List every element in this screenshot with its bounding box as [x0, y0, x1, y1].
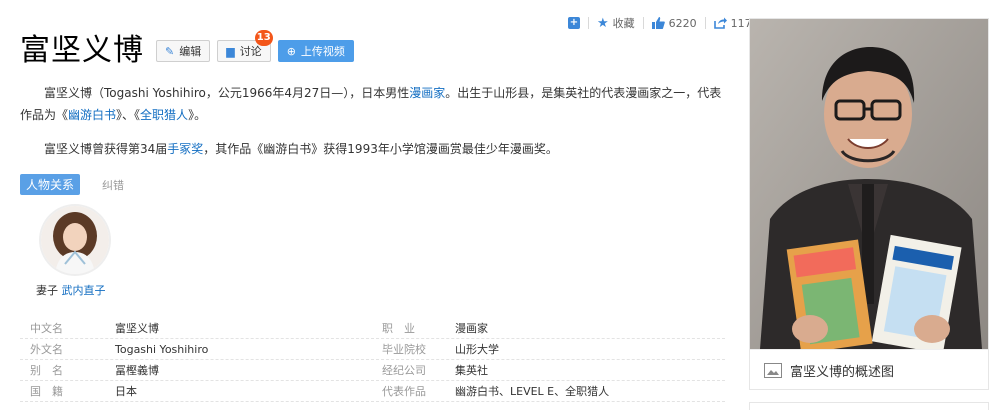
- tab-relations[interactable]: 人物关系: [20, 174, 81, 195]
- intro-paragraph-2: 富坚义博曾获得第34届手冢奖，其作品《幽游白书》获得1993年小学馆漫画赏最佳少…: [20, 138, 725, 160]
- avatar-image: [41, 206, 109, 274]
- link-tezuka-award[interactable]: 手冢奖: [167, 142, 203, 156]
- entry-toolbar: + ★ 收藏 6220 117: [568, 14, 752, 32]
- info-value-link[interactable]: 幽游白书、LEVEL E、全职猎人: [455, 383, 725, 399]
- info-label: 外文名: [30, 343, 63, 356]
- summary-photo: [750, 19, 988, 349]
- upload-video-label: 上传视频: [300, 45, 345, 58]
- divider: [704, 17, 706, 29]
- edit-label: 编辑: [179, 45, 202, 58]
- info-label: 代表作品: [382, 385, 426, 398]
- picture-icon: [764, 362, 782, 378]
- star-icon: ★: [597, 15, 609, 31]
- info-value-link[interactable]: 山形大学: [455, 341, 725, 357]
- like-count: 6220: [668, 16, 697, 30]
- relation-name-link[interactable]: 武内直子: [62, 284, 106, 297]
- correction-link[interactable]: 纠错: [102, 177, 124, 193]
- next-module-box: [749, 402, 989, 410]
- table-row: 中文名 富坚义博 职 业 漫画家: [20, 318, 725, 339]
- relation-label: 妻子 武内直子: [36, 282, 116, 298]
- avatar[interactable]: [41, 206, 109, 274]
- share-button[interactable]: 117: [713, 17, 752, 30]
- text: 富坚义博（Togashi Yoshihiro，公元1966年4月27日—），日本…: [44, 86, 410, 100]
- thumbs-up-icon: [651, 17, 665, 29]
- table-row: 别 名 冨樫義博 经纪公司 集英社: [20, 360, 725, 381]
- discuss-count-badge: 13: [254, 30, 273, 46]
- title-row: 富坚义博 ✎ 编辑 ▆ 讨论 13 ⊕ 上传视频: [20, 30, 361, 68]
- info-value-link[interactable]: 集英社: [455, 362, 725, 378]
- discuss-button[interactable]: ▆ 讨论 13: [217, 30, 273, 62]
- info-label: 国 籍: [30, 385, 63, 398]
- table-row: 外文名 Togashi Yoshihiro 毕业院校 山形大学: [20, 339, 725, 360]
- info-label: 别 名: [30, 364, 63, 377]
- divider: [642, 17, 644, 29]
- page-title: 富坚义博: [20, 33, 144, 68]
- info-value: Togashi Yoshihiro: [115, 342, 209, 356]
- summary-picture[interactable]: 富坚义博的概述图: [749, 18, 989, 390]
- relation-tabs: 人物关系 纠错: [20, 174, 124, 195]
- info-value: 日本: [115, 385, 137, 398]
- add-button[interactable]: +: [568, 17, 580, 29]
- favorite-label: 收藏: [612, 17, 635, 30]
- info-value-link[interactable]: 漫画家: [455, 320, 725, 336]
- text: 富坚义博曾获得第34届: [44, 142, 168, 156]
- summary-caption-text: 富坚义博的概述图: [790, 364, 895, 380]
- discuss-label: 讨论: [239, 45, 262, 58]
- info-value: 冨樫義博: [115, 364, 159, 377]
- link-hunter-x-hunter[interactable]: 全职猎人: [140, 108, 188, 122]
- intro-paragraph-1: 富坚义博（Togashi Yoshihiro，公元1966年4月27日—），日本…: [20, 82, 725, 126]
- text: ，其作品《幽游白书》获得1993年小学馆漫画赏最佳少年漫画奖。: [203, 142, 558, 156]
- text: 》、《: [116, 108, 141, 122]
- link-manga-artist[interactable]: 漫画家: [409, 86, 445, 100]
- pencil-icon: ✎: [165, 44, 175, 58]
- basic-info-table: 中文名 富坚义博 职 业 漫画家 外文名 Togashi Yoshihiro 毕…: [20, 318, 725, 402]
- plus-circle-icon: ⊕: [286, 44, 296, 58]
- info-label: 中文名: [30, 322, 63, 335]
- relation-role: 妻子: [36, 284, 58, 297]
- info-label: 经纪公司: [382, 364, 426, 377]
- info-label: 职 业: [382, 322, 415, 335]
- relation-card[interactable]: 妻子 武内直子: [36, 206, 116, 298]
- summary-caption[interactable]: 富坚义博的概述图: [750, 349, 988, 390]
- link-yuyu-hakusho[interactable]: 幽游白书: [68, 108, 116, 122]
- comment-icon: ▆: [226, 44, 235, 58]
- info-label: 毕业院校: [382, 343, 426, 356]
- favorite-button[interactable]: ★ 收藏: [597, 15, 635, 31]
- like-button[interactable]: 6220: [651, 16, 697, 30]
- table-row: 国 籍 日本 代表作品 幽游白书、LEVEL E、全职猎人: [20, 381, 725, 402]
- plus-icon: +: [568, 17, 580, 29]
- upload-video-button[interactable]: ⊕ 上传视频: [277, 40, 354, 62]
- edit-button[interactable]: ✎ 编辑: [156, 40, 211, 62]
- divider: [588, 17, 589, 29]
- share-icon: [713, 17, 727, 29]
- text: 》。: [188, 108, 207, 122]
- info-value: 富坚义博: [115, 322, 159, 335]
